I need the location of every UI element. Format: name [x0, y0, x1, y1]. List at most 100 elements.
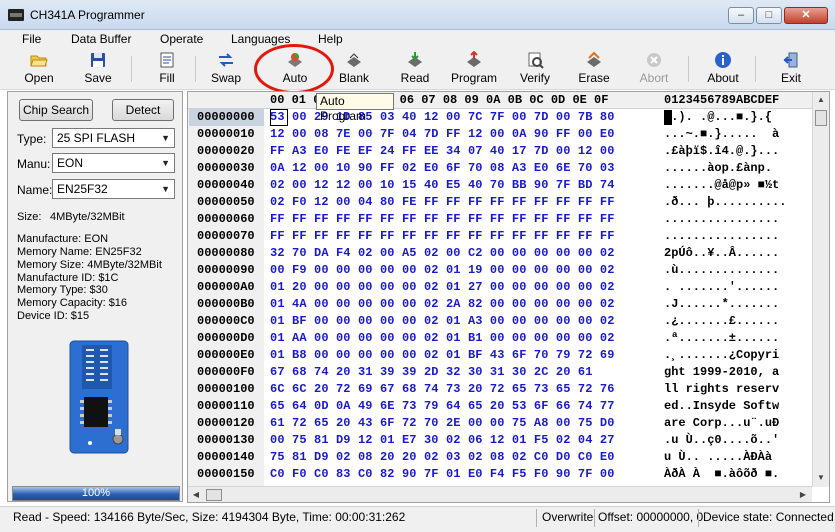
row-ascii[interactable]: ................	[664, 229, 779, 243]
row-bytes[interactable]: 00 F9 00 00 00 00 00 02 01 19 00 00 00 0…	[270, 263, 615, 277]
verify-button[interactable]: Verify	[507, 50, 563, 88]
row-bytes[interactable]: 00 75 81 D9 12 01 E7 30 02 06 12 01 F5 0…	[270, 433, 615, 447]
erase-button[interactable]: Erase	[566, 50, 622, 88]
row-bytes[interactable]: 01 BF 00 00 00 00 00 02 01 A3 00 00 00 0…	[270, 314, 615, 328]
row-ascii[interactable]: .ù..............	[664, 263, 779, 277]
highlight-ring	[254, 44, 334, 94]
row-bytes[interactable]: C0 F0 C0 83 C0 82 90 7F 01 E0 F4 F5 F0 9…	[270, 467, 615, 481]
row-ascii[interactable]: ...~.■.}..... à	[664, 127, 779, 141]
swap-button[interactable]: Swap	[198, 50, 254, 88]
status-operation: Read - Speed: 134166 Byte/Sec, Size: 419…	[13, 510, 406, 524]
exit-icon	[782, 51, 800, 69]
save-button[interactable]: Save	[70, 50, 126, 88]
row-bytes[interactable]: 01 AA 00 00 00 00 00 02 01 B1 00 00 00 0…	[270, 331, 615, 345]
detect-button[interactable]: Detect	[112, 99, 174, 121]
abort-icon	[645, 51, 663, 69]
fill-button[interactable]: Fill	[139, 50, 195, 88]
row-ascii[interactable]: .¿.......£......	[664, 314, 779, 328]
row-ascii[interactable]: .J......*.......	[664, 297, 779, 311]
row-ascii[interactable]: ed..Insyde Softw	[664, 399, 779, 413]
row-bytes[interactable]: FF A3 E0 FE EF 24 FF EE 34 07 40 17 7D 0…	[270, 144, 615, 158]
row-bytes[interactable]: 12 00 08 7E 00 7F 04 7D FF 12 00 0A 90 F…	[270, 127, 615, 141]
exit-button[interactable]: Exit	[763, 50, 819, 88]
chip-info-line: Memory Size: 4MByte/32MBit	[17, 259, 162, 271]
row-ascii[interactable]: ................	[664, 212, 779, 226]
row-address: 00000070	[197, 229, 255, 243]
row-bytes[interactable]: 32 70 DA F4 02 00 A5 02 00 C2 00 00 00 0…	[270, 246, 615, 260]
scroll-left-icon[interactable]: ◀	[188, 487, 204, 502]
horizontal-scroll-thumb[interactable]	[206, 489, 222, 501]
window-title: CH341A Programmer	[30, 8, 145, 22]
row-bytes[interactable]: 02 F0 12 00 04 80 FE FF FF FF FF FF FF F…	[270, 195, 615, 209]
row-bytes[interactable]: 67 68 74 20 31 39 39 2D 32 30 31 30 2C 2…	[270, 365, 593, 379]
row-bytes[interactable]: FF FF FF FF FF FF FF FF FF FF FF FF FF F…	[270, 212, 615, 226]
row-ascii[interactable]: .u Ù..ç0....õ..'	[664, 433, 779, 447]
menu-help[interactable]: Help	[318, 32, 343, 46]
name-select[interactable]: EN25F32 ▼	[52, 179, 175, 199]
row-ascii[interactable]: are Corp...u¨.uÐ	[664, 416, 779, 430]
floppy-icon	[89, 51, 107, 69]
row-address: 00000010	[197, 127, 255, 141]
status-offset: Offset: 00000000, 0	[598, 510, 704, 524]
vertical-scroll-thumb[interactable]	[815, 110, 827, 126]
row-bytes[interactable]: 01 B8 00 00 00 00 00 02 01 BF 43 6F 70 7…	[270, 348, 615, 362]
row-ascii[interactable]: .......@å@p» ■½t	[664, 178, 779, 192]
manu-select[interactable]: EON ▼	[52, 153, 175, 173]
menu-languages[interactable]: Languages	[231, 32, 290, 46]
scroll-down-icon[interactable]: ▼	[813, 470, 829, 486]
read-button[interactable]: Read	[387, 50, 443, 88]
row-address: 00000050	[197, 195, 255, 209]
chip-search-button[interactable]: Chip Search	[19, 99, 93, 121]
scroll-right-icon[interactable]: ▶	[795, 487, 811, 502]
scroll-up-icon[interactable]: ▲	[813, 92, 829, 108]
row-address: 00000120	[197, 416, 255, 430]
row-address: 000000B0	[197, 297, 255, 311]
close-button[interactable]: ✕	[784, 7, 828, 24]
row-ascii[interactable]: u Ù.. .....ÀÐÀà	[664, 450, 772, 464]
row-ascii[interactable]: .¸.......¿Copyri	[664, 348, 779, 362]
menu-operate[interactable]: Operate	[160, 32, 203, 46]
row-bytes[interactable]: 0A 12 00 10 90 FF 02 E0 6F 70 08 A3 E0 6…	[270, 161, 615, 175]
row-ascii[interactable]: S.). .@...■.}.{	[664, 110, 779, 124]
row-ascii[interactable]: ......àop.£ànp.	[664, 161, 772, 175]
row-bytes[interactable]: 61 72 65 20 43 6F 72 70 2E 00 00 75 A8 0…	[270, 416, 615, 430]
row-ascii[interactable]: 2pÚô..¥..Â......	[664, 246, 779, 260]
row-ascii[interactable]: ll rights reserv	[664, 382, 779, 396]
vertical-scrollbar[interactable]: ▲ ▼	[812, 92, 829, 487]
menu-file[interactable]: File	[22, 32, 41, 46]
row-bytes[interactable]: 6C 6C 20 72 69 67 68 74 73 20 72 65 73 6…	[270, 382, 615, 396]
minimize-button[interactable]: –	[728, 7, 754, 24]
program-button[interactable]: Program	[446, 50, 502, 88]
chip-panel: Chip Search Detect Type: 25 SPI FLASH ▼ …	[7, 91, 183, 502]
row-ascii[interactable]: .£àþï$.î4.@.}...	[664, 144, 779, 158]
abort-button[interactable]: Abort	[626, 50, 682, 88]
row-address: 000000A0	[197, 280, 255, 294]
menu-data-buffer[interactable]: Data Buffer	[71, 32, 131, 46]
row-bytes[interactable]: 01 20 00 00 00 00 00 02 01 27 00 00 00 0…	[270, 280, 615, 294]
row-ascii[interactable]: ÀðÀ À ■.àôõð ■.	[664, 467, 779, 481]
row-bytes[interactable]: 01 4A 00 00 00 00 00 02 2A 82 00 00 00 0…	[270, 297, 615, 311]
status-divider	[536, 509, 537, 527]
horizontal-scrollbar[interactable]: ◀ ▶	[188, 486, 812, 502]
swap-arrows-icon	[217, 51, 235, 69]
row-ascii[interactable]: .ª.......±......	[664, 331, 779, 345]
row-bytes[interactable]: FF FF FF FF FF FF FF FF FF FF FF FF FF F…	[270, 229, 615, 243]
row-bytes[interactable]: 02 00 12 12 00 10 15 40 E5 40 70 BB 90 7…	[270, 178, 615, 192]
maximize-button[interactable]: □	[756, 7, 782, 24]
row-ascii[interactable]: . .......'......	[664, 280, 779, 294]
row-ascii[interactable]: ght 1999-2010, a	[664, 365, 779, 379]
blank-button[interactable]: Blank	[326, 50, 382, 88]
type-select[interactable]: 25 SPI FLASH ▼	[52, 128, 175, 148]
read-chip-icon	[406, 51, 424, 69]
row-ascii[interactable]: .ð... þ..........	[664, 195, 786, 209]
about-button[interactable]: About	[695, 50, 751, 88]
row-bytes[interactable]: 65 64 0D 0A 49 6E 73 79 64 65 20 53 6F 6…	[270, 399, 615, 413]
menu-bar: File Data Buffer Operate Languages Help	[0, 30, 835, 48]
row-address: 00000150	[197, 467, 255, 481]
chip-info-line: Device ID: $15	[17, 310, 90, 322]
blank-check-icon	[345, 51, 363, 69]
hex-editor[interactable]: 00 01 02 03 04 05 06 07 08 09 0A 0B 0C 0…	[187, 91, 830, 503]
type-label: Type:	[17, 132, 47, 146]
row-bytes[interactable]: 75 81 D9 02 08 20 20 02 03 02 08 02 C0 D…	[270, 450, 615, 464]
open-button[interactable]: Open	[11, 50, 67, 88]
